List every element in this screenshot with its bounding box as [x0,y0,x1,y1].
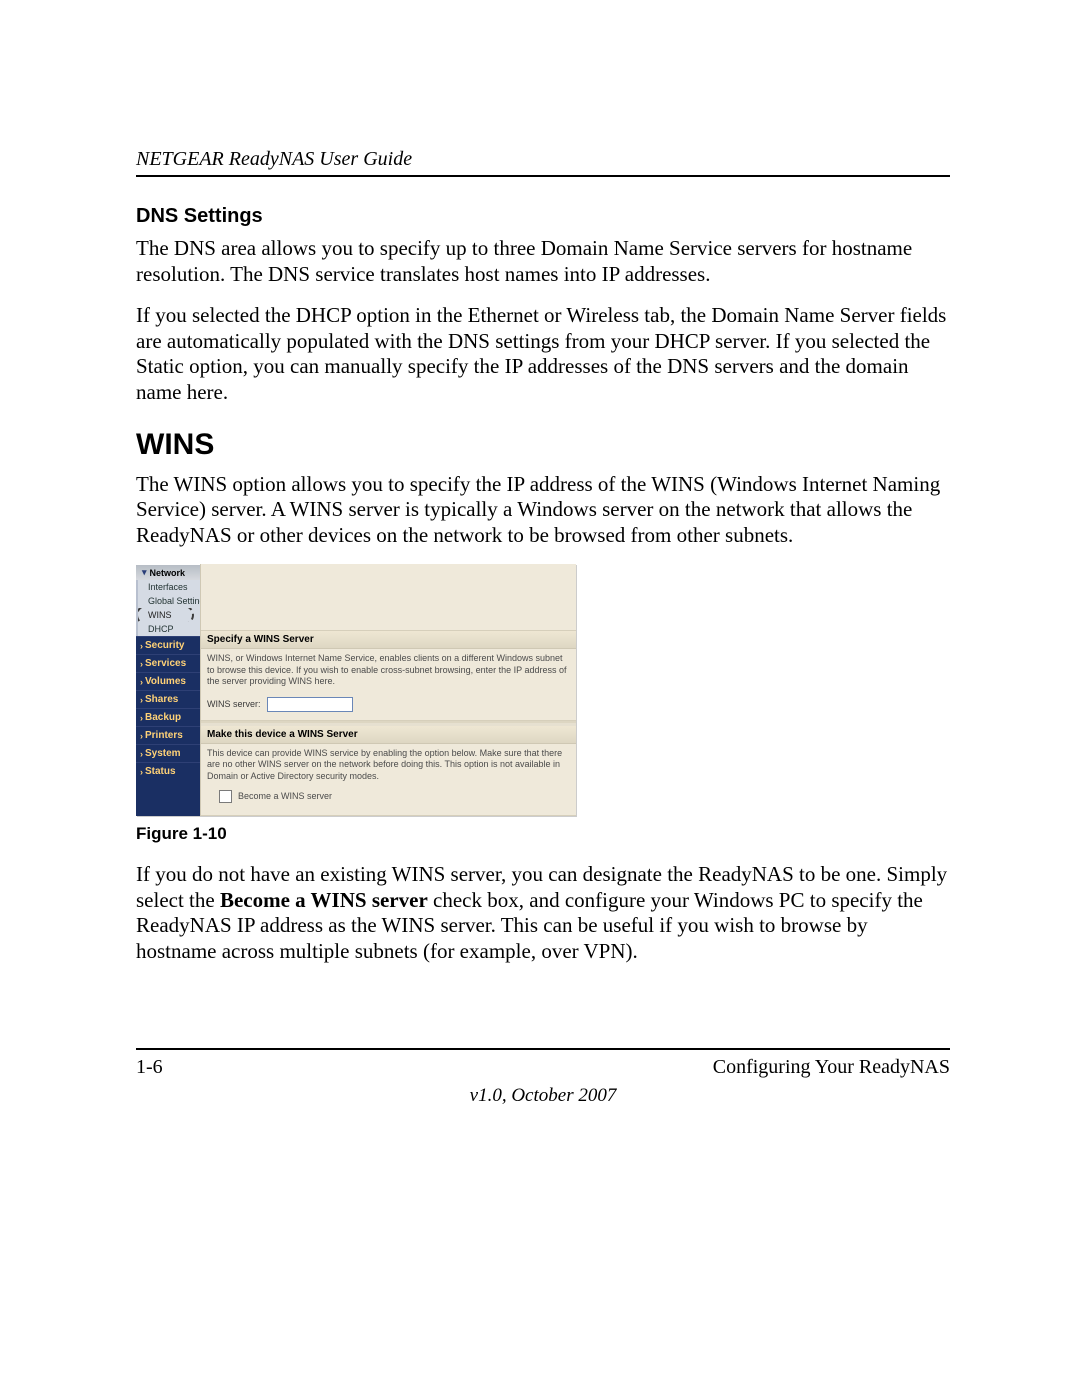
paragraph-after-figure: If you do not have an existing WINS serv… [136,862,950,964]
wins-server-input[interactable] [267,697,353,712]
panel-body-make-wins: This device can provide WINS service by … [201,744,576,816]
heading-dns-settings: DNS Settings [136,205,950,228]
chevron-down-icon: ▾ [142,567,147,578]
heading-wins: WINS [136,428,950,462]
paragraph-wins-intro: The WINS option allows you to specify th… [136,472,950,549]
running-header: NETGEAR ReadyNAS User Guide [136,148,950,171]
footer-rule [136,1048,950,1050]
sidebar-item-printers[interactable]: ›Printers [136,726,200,744]
sidebar-group-label: Network [150,568,186,578]
figure-screenshot: ▾ Network Interfaces Global Settings WIN… [136,564,576,816]
paragraph-dns-1: The DNS area allows you to specify up to… [136,236,950,287]
become-wins-checkbox[interactable] [219,790,232,803]
sidebar-item-label: System [145,748,181,759]
footer-version: v1.0, October 2007 [136,1085,950,1107]
footer-page-number: 1-6 [136,1056,163,1079]
sidebar-item-volumes[interactable]: ›Volumes [136,672,200,690]
sidebar: ▾ Network Interfaces Global Settings WIN… [136,564,200,816]
sidebar-sub-interfaces[interactable]: Interfaces [136,580,200,594]
sidebar-item-shares[interactable]: ›Shares [136,690,200,708]
panel-desc: WINS, or Windows Internet Name Service, … [207,653,570,687]
sidebar-sub-global-settings[interactable]: Global Settings [136,594,200,608]
chevron-right-icon: › [140,641,143,651]
panel-title-make-wins: Make this device a WINS Server [201,726,576,744]
chevron-right-icon: › [140,713,143,723]
chevron-right-icon: › [140,731,143,741]
paragraph-dns-2: If you selected the DHCP option in the E… [136,303,950,405]
sidebar-item-backup[interactable]: ›Backup [136,708,200,726]
sidebar-sub-label: WINS [148,610,172,620]
sidebar-sub-dhcp[interactable]: DHCP [136,622,200,636]
figure-caption: Figure 1-10 [136,824,950,844]
panel-title-specify-wins: Specify a WINS Server [201,631,576,649]
sidebar-item-label: Printers [145,730,183,741]
chevron-right-icon: › [140,749,143,759]
content-top-spacer [201,564,576,631]
text-bold-become-wins: Become a WINS server [220,888,428,912]
chevron-right-icon: › [140,767,143,777]
page-footer: 1-6 Configuring Your ReadyNAS v1.0, Octo… [136,1048,950,1107]
sidebar-item-services[interactable]: ›Services [136,654,200,672]
sidebar-sub-wins[interactable]: WINS [136,608,200,622]
wins-server-label: WINS server: [207,699,261,710]
sidebar-group-network[interactable]: ▾ Network [136,564,200,580]
sidebar-item-label: Status [145,766,176,777]
become-wins-checkbox-label: Become a WINS server [238,791,332,802]
sidebar-item-label: Services [145,658,186,669]
chevron-right-icon: › [140,695,143,705]
sidebar-item-system[interactable]: ›System [136,744,200,762]
sidebar-item-status[interactable]: ›Status [136,762,200,780]
footer-chapter-title: Configuring Your ReadyNAS [713,1056,950,1079]
sidebar-item-label: Volumes [145,676,186,687]
chevron-right-icon: › [140,659,143,669]
chevron-right-icon: › [140,677,143,687]
panel-desc: This device can provide WINS service by … [207,748,570,782]
header-rule [136,175,950,177]
content-pane: Specify a WINS Server WINS, or Windows I… [200,564,576,816]
sidebar-item-security[interactable]: ›Security [136,636,200,654]
sidebar-item-label: Backup [145,712,181,723]
sidebar-item-label: Shares [145,694,178,705]
sidebar-item-label: Security [145,640,184,651]
panel-body-specify-wins: WINS, or Windows Internet Name Service, … [201,649,576,721]
